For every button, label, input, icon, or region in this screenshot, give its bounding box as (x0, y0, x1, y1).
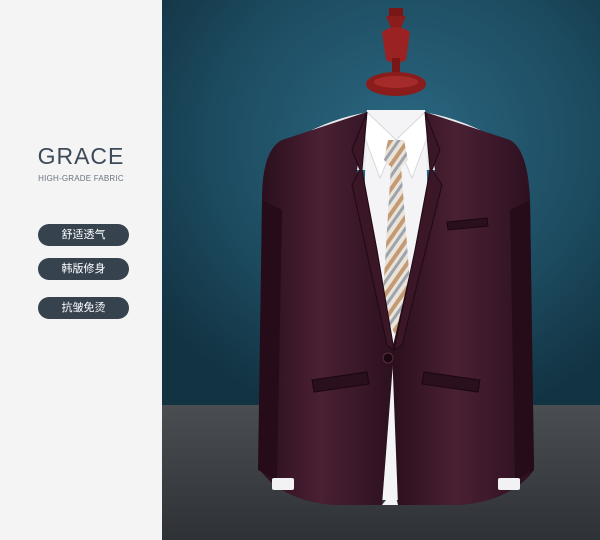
suit-jacket-image (162, 0, 600, 540)
product-photo (162, 0, 600, 540)
product-banner: GRACE HIGH-GRADE FABRIC 舒适透气 韩版修身 抗皱免烫 (0, 0, 600, 540)
jacket-button-icon (382, 352, 394, 364)
feature-badge-wrinkle-free: 抗皱免烫 (38, 297, 129, 319)
tie (384, 140, 408, 166)
brand-subtitle: HIGH-GRADE FABRIC (38, 174, 124, 183)
brand-title: GRACE (37, 143, 125, 169)
feature-badge-slim-fit: 韩版修身 (38, 258, 129, 280)
feature-badge-breathable: 舒适透气 (38, 224, 129, 246)
feature-panel: GRACE HIGH-GRADE FABRIC 舒适透气 韩版修身 抗皱免烫 (0, 0, 162, 540)
